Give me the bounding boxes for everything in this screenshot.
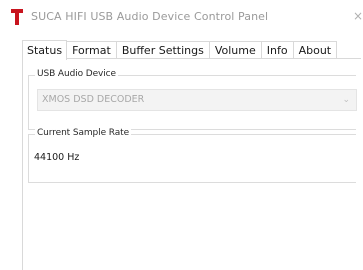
tab-volume[interactable]: Volume xyxy=(209,41,262,59)
tab-about[interactable]: About xyxy=(293,41,338,59)
tab-buffer-settings[interactable]: Buffer Settings xyxy=(116,41,210,59)
usb-audio-device-group: USB Audio Device XMOS DSD DECODER ⌄ xyxy=(28,69,357,130)
sample-rate-label: Current Sample Rate xyxy=(35,128,132,138)
sample-rate-value: 44100 Hz xyxy=(34,152,80,163)
window-title: SUCA HIFI USB Audio Device Control Panel xyxy=(31,10,269,23)
usb-audio-device-value: XMOS DSD DECODER xyxy=(42,94,145,105)
chevron-down-icon: ⌄ xyxy=(342,95,350,105)
tab-status[interactable]: Status xyxy=(22,40,68,60)
app-logo-icon xyxy=(11,9,23,25)
tab-info[interactable]: Info xyxy=(261,41,294,59)
usb-audio-device-select[interactable]: XMOS DSD DECODER ⌄ xyxy=(37,89,357,111)
close-button[interactable]: × xyxy=(349,6,363,26)
tab-format[interactable]: Format xyxy=(67,41,117,59)
tab-bar: Status Format Buffer Settings Volume Inf… xyxy=(22,39,338,60)
sample-rate-group: Current Sample Rate 44100 Hz xyxy=(28,128,356,183)
status-panel: USB Audio Device XMOS DSD DECODER ⌄ Curr… xyxy=(22,58,361,270)
title-bar: SUCA HIFI USB Audio Device Control Panel… xyxy=(0,0,363,34)
close-icon: × xyxy=(352,9,363,23)
usb-audio-device-label: USB Audio Device xyxy=(35,69,118,79)
